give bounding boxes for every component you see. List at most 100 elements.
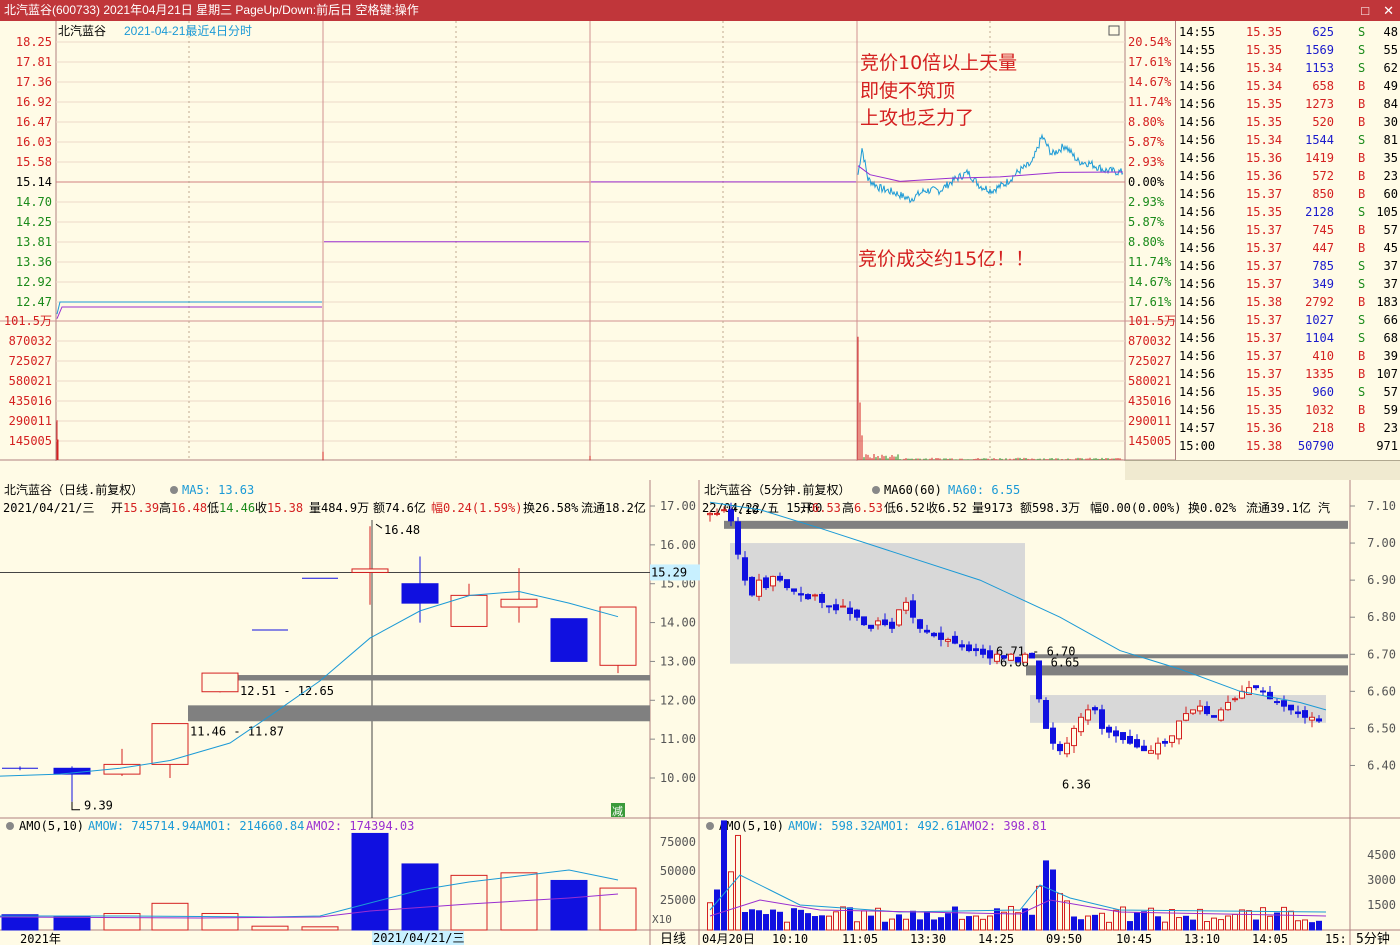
tick-price: 15.34 (1246, 133, 1283, 147)
amo-bar (833, 911, 839, 931)
tick-time: 14:56 (1179, 79, 1216, 93)
candle-body (763, 577, 769, 589)
tick-count: 30 (1383, 115, 1398, 129)
tick-time: 14:56 (1179, 367, 1216, 381)
daily-kline-chart[interactable]: 北汽蓝谷（日线.前复权） MA5: 13.63 2021/04/21/三 开 15.39… (0, 480, 700, 945)
tick-row: 15:00 15.38 50790 971 (1176, 437, 1400, 455)
min5-info-float: 流通39.1亿 (1246, 500, 1311, 515)
candle-body (1169, 735, 1175, 743)
candle-body (987, 650, 993, 659)
min5-info-chg: 幅0.00(0.00%) (1090, 500, 1181, 515)
pct-tick: 20.54% (1128, 35, 1172, 49)
tick-count: 35 (1383, 151, 1398, 165)
volume-tick: 870032 (9, 334, 52, 348)
amo-1: AMO1: 214660.84 (196, 819, 304, 833)
window-title-bar: 北汽蓝谷(600733) 2021年04月21日 星期三 PageUp/Down… (0, 0, 1400, 21)
tick-time: 14:56 (1179, 403, 1216, 417)
daily-y-tick: 12.00 (660, 693, 696, 707)
min5-y-tick: 6.70 (1367, 647, 1396, 661)
maximize-button[interactable]: □ (1361, 0, 1369, 21)
candle-body (896, 609, 902, 626)
tick-count: 68 (1383, 331, 1398, 345)
candle-body (889, 621, 895, 629)
tick-price: 15.38 (1246, 439, 1283, 453)
amo-bar (980, 918, 986, 931)
tick-price: 15.37 (1246, 313, 1283, 327)
tick-row: 14:56 15.37 1104 S 68 (1176, 329, 1400, 347)
amo-bar (973, 915, 979, 931)
tick-list[interactable]: 14:55 15.35 625 S 48 14:55 15.35 1569 S 55 14:56 15… (1175, 21, 1400, 461)
tick-volume: 1027 (1305, 313, 1334, 327)
amo-bar (882, 921, 888, 931)
candle-body (1183, 713, 1189, 721)
tick-price: 15.37 (1246, 259, 1283, 273)
range-zone (730, 543, 1025, 664)
candle-body (826, 605, 832, 608)
candle-body (770, 575, 776, 587)
tick-volume: 1153 (1305, 61, 1334, 75)
amo-bar (1078, 919, 1084, 931)
candle-body (812, 594, 818, 597)
tick-price: 15.37 (1246, 367, 1283, 381)
amo-bar (1190, 919, 1196, 931)
x-label: 13:10 (1184, 932, 1220, 945)
candle-body (351, 568, 389, 573)
daily-y-tick: 11.00 (660, 732, 696, 746)
candle-body (735, 521, 741, 555)
amo-2: AMO2: 174394.03 (306, 819, 414, 833)
amo-bar (889, 918, 895, 931)
gap-band (238, 675, 650, 681)
min5-y-tick: 7.10 (1367, 499, 1396, 513)
candle-body (973, 648, 979, 652)
candle-body (1211, 715, 1217, 718)
tick-price: 15.37 (1246, 331, 1283, 345)
candle-body (714, 512, 720, 515)
cursor-price-label: 15.29 (651, 565, 687, 579)
candle-body (1043, 700, 1049, 729)
candle-body (1267, 691, 1273, 700)
x-label: 10:45 (1116, 932, 1152, 945)
amo-unit: X10 (652, 913, 672, 926)
tick-row: 14:56 15.34 658 B 49 (1176, 77, 1400, 95)
intraday-chart[interactable]: 18.25 20.54% 17.81 17.61% 17.36 14.67% 16.92 11… (0, 21, 1175, 461)
tick-volume: 960 (1312, 385, 1334, 399)
candle-body (1099, 709, 1105, 729)
amo-bar (966, 916, 972, 931)
amo-bar (728, 871, 734, 931)
tick-volume: 1273 (1305, 97, 1334, 111)
tick-row: 14:56 15.37 349 S 37 (1176, 275, 1400, 293)
daily-info-high_label: 高 (159, 500, 171, 515)
candle-body (1029, 652, 1035, 659)
x-label: 11:05 (842, 932, 878, 945)
amo-bar (1267, 915, 1273, 931)
annotation-auction: 竞价成交约15亿！！ (858, 248, 1034, 270)
tick-volume: 1544 (1305, 133, 1334, 147)
tick-volume: 625 (1312, 25, 1334, 39)
label-low: 6.36 (1062, 777, 1091, 791)
close-button[interactable]: ✕ (1383, 0, 1394, 21)
amo-bar (721, 820, 727, 931)
daily-info-turn: 换26.58% (523, 501, 579, 515)
amo-bar (854, 921, 860, 931)
amo-bar (53, 915, 91, 931)
tick-count: 183 (1376, 295, 1398, 309)
min5-info-low: 6.52 (896, 501, 925, 515)
volume-tick-right: 870032 (1128, 334, 1171, 348)
amo-bar (1085, 915, 1091, 931)
amo-bar (763, 914, 769, 931)
candle-body (1120, 732, 1126, 741)
tick-row: 14:56 15.35 2128 S 105 (1176, 203, 1400, 221)
tick-price: 15.35 (1246, 403, 1283, 417)
date-label: 04/20/二 (553, 460, 608, 461)
amo-bar (1253, 919, 1259, 931)
min5-y-tick: 6.40 (1367, 758, 1396, 772)
tick-count: 57 (1383, 223, 1398, 237)
amo-bar (550, 879, 588, 931)
tick-count: 57 (1383, 385, 1398, 399)
pct-tick: 17.61% (1128, 295, 1172, 309)
amo-bar (756, 910, 762, 931)
candle-body (1162, 740, 1168, 744)
amo-bar (1092, 914, 1098, 931)
amo-bar (805, 913, 811, 931)
min5-kline-chart[interactable]: 北汽蓝谷（5分钟.前复权） MA60(60) MA60: 6.5522/04/22/… (700, 480, 1400, 945)
